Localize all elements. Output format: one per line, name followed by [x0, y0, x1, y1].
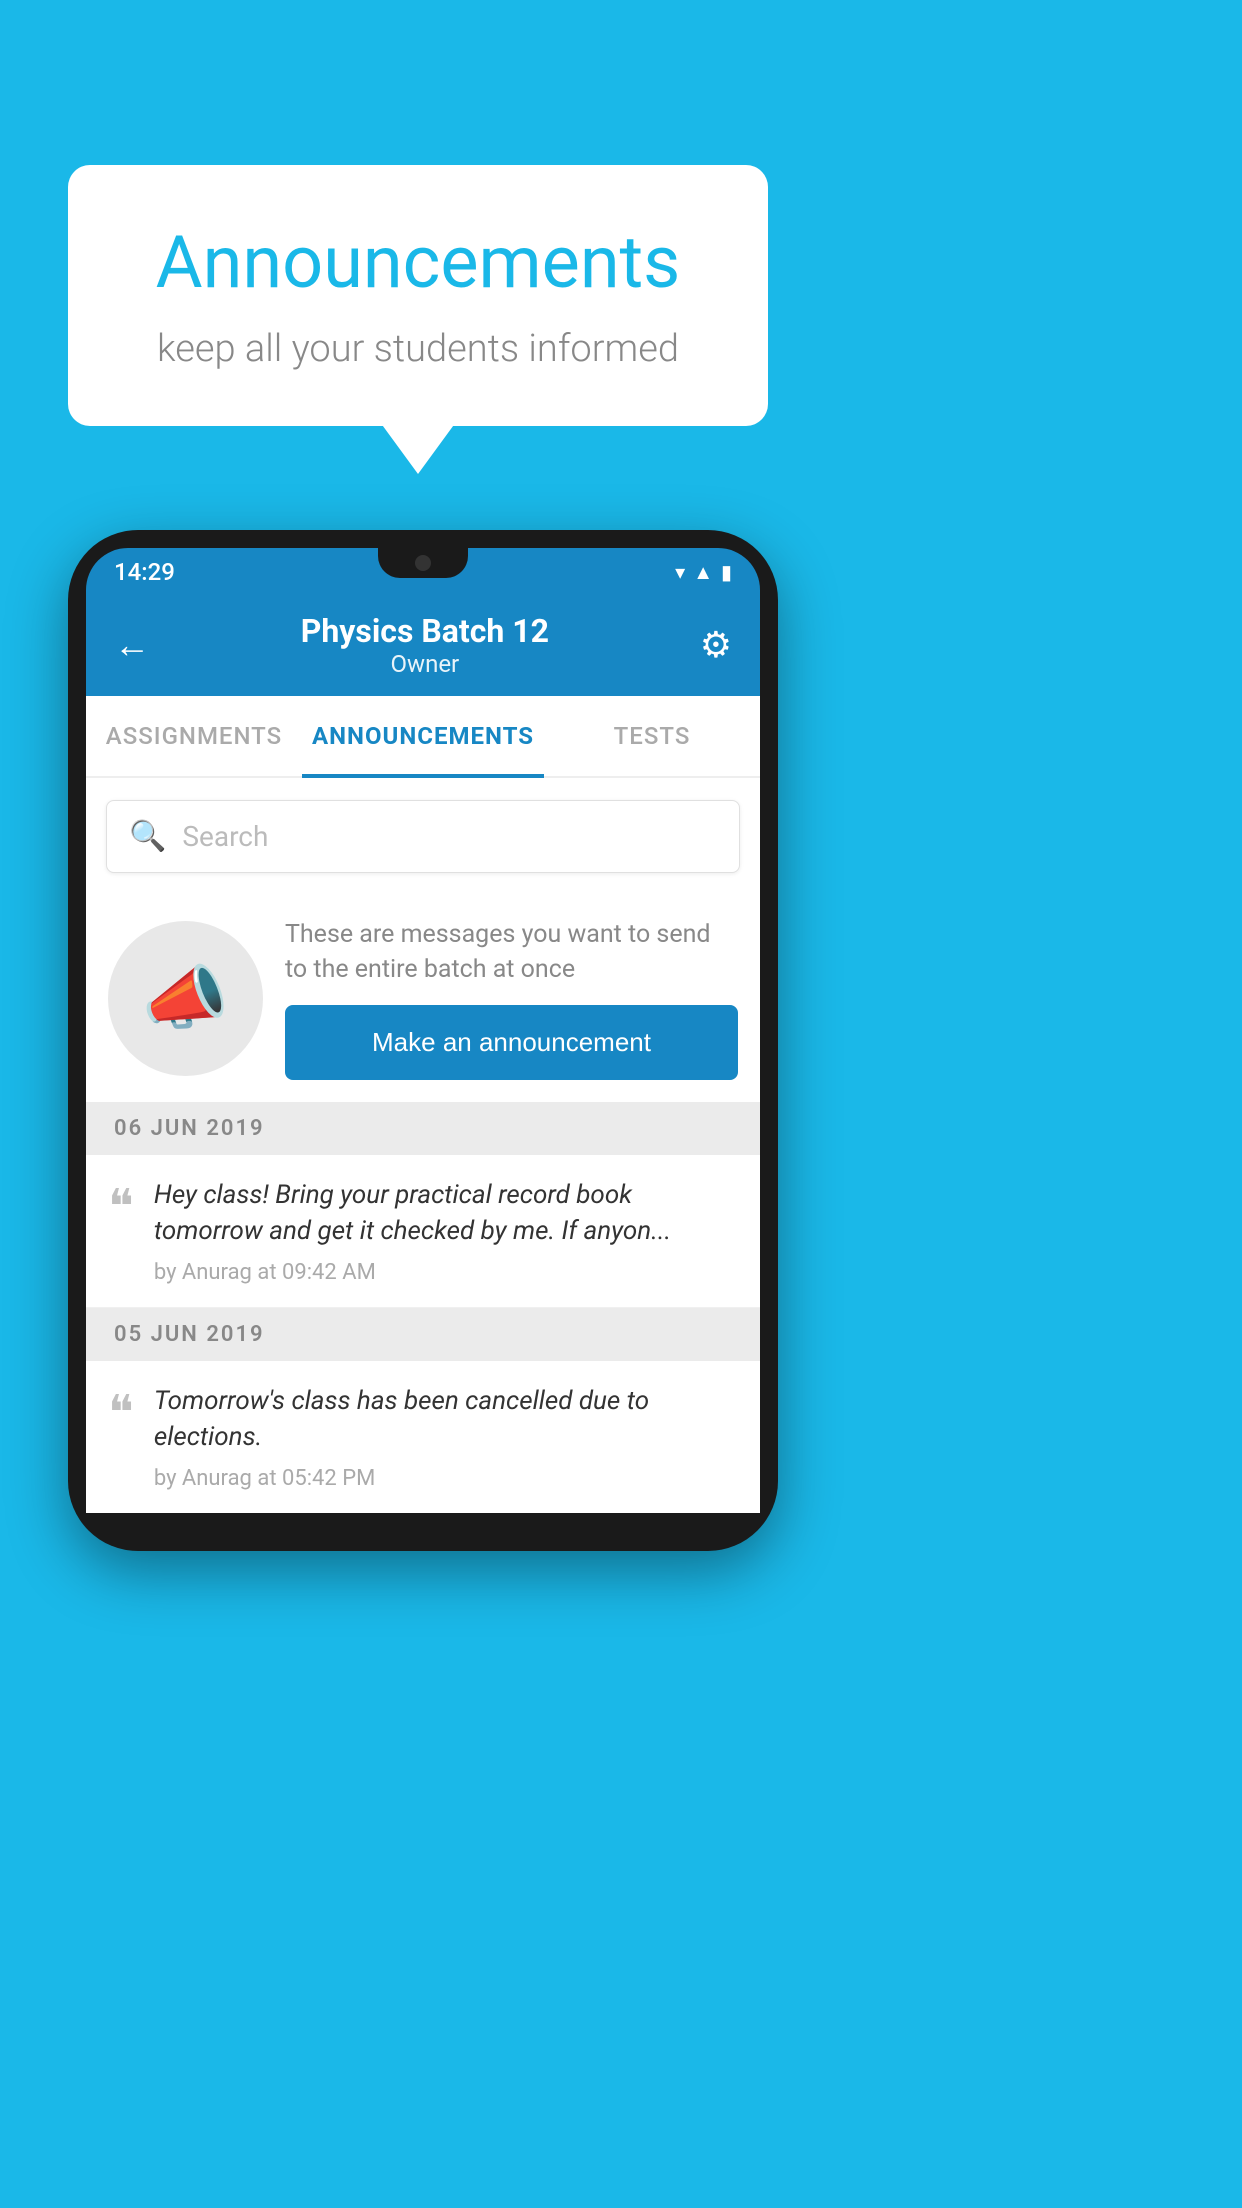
announcement-message-2: Tomorrow's class has been cancelled due … [154, 1383, 738, 1456]
date-divider-1: 06 JUN 2019 [86, 1102, 760, 1155]
status-time: 14:29 [114, 558, 175, 586]
search-icon: 🔍 [129, 819, 166, 854]
announcement-message-1: Hey class! Bring your practical record b… [154, 1177, 738, 1250]
phone-notch [378, 548, 468, 578]
phone-container: 14:29 ▾ ▲ ▮ ← Physics Batch 12 Owner ⚙ A… [68, 530, 778, 1551]
promo-description: These are messages you want to send to t… [285, 917, 738, 987]
wifi-icon: ▾ [675, 560, 685, 584]
search-bar[interactable]: 🔍 Search [106, 800, 740, 873]
search-placeholder: Search [182, 820, 268, 853]
battery-icon: ▮ [721, 560, 732, 584]
tab-assignments[interactable]: ASSIGNMENTS [86, 696, 302, 776]
tab-announcements[interactable]: ANNOUNCEMENTS [302, 696, 544, 776]
settings-icon[interactable]: ⚙ [700, 624, 732, 666]
make-announcement-button[interactable]: Make an announcement [285, 1005, 738, 1080]
quote-icon-1: ❝ [108, 1183, 134, 1231]
app-bar: ← Physics Batch 12 Owner ⚙ [86, 590, 760, 696]
quote-icon-2: ❝ [108, 1389, 134, 1437]
app-bar-subtitle: Owner [301, 650, 549, 678]
date-divider-2: 05 JUN 2019 [86, 1308, 760, 1361]
back-button[interactable]: ← [114, 624, 150, 666]
announcement-item-1[interactable]: ❝ Hey class! Bring your practical record… [86, 1155, 760, 1308]
speech-bubble-container: Announcements keep all your students inf… [68, 165, 768, 426]
speech-bubble-title: Announcements [128, 220, 708, 305]
announcement-meta-2: by Anurag at 05:42 PM [154, 1466, 738, 1491]
announcement-meta-1: by Anurag at 09:42 AM [154, 1260, 738, 1285]
speech-bubble-subtitle: keep all your students informed [128, 327, 708, 371]
front-camera [415, 555, 431, 571]
app-bar-title: Physics Batch 12 [301, 612, 549, 650]
status-icons: ▾ ▲ ▮ [675, 560, 732, 585]
phone-frame: 14:29 ▾ ▲ ▮ ← Physics Batch 12 Owner ⚙ A… [68, 530, 778, 1551]
announcement-item-2[interactable]: ❝ Tomorrow's class has been cancelled du… [86, 1361, 760, 1513]
promo-right: These are messages you want to send to t… [285, 917, 738, 1080]
announcement-text-block-2: Tomorrow's class has been cancelled due … [154, 1383, 738, 1491]
signal-icon: ▲ [693, 560, 713, 585]
content-area: 🔍 Search 📣 These are messages you want t… [86, 778, 760, 1513]
speech-bubble: Announcements keep all your students inf… [68, 165, 768, 426]
promo-icon-circle: 📣 [108, 921, 263, 1076]
megaphone-icon: 📣 [142, 958, 229, 1040]
app-bar-title-section: Physics Batch 12 Owner [301, 612, 549, 678]
announcement-text-block-1: Hey class! Bring your practical record b… [154, 1177, 738, 1285]
announcement-promo: 📣 These are messages you want to send to… [86, 895, 760, 1102]
tabs-bar: ASSIGNMENTS ANNOUNCEMENTS TESTS [86, 696, 760, 778]
tab-tests[interactable]: TESTS [544, 696, 760, 776]
